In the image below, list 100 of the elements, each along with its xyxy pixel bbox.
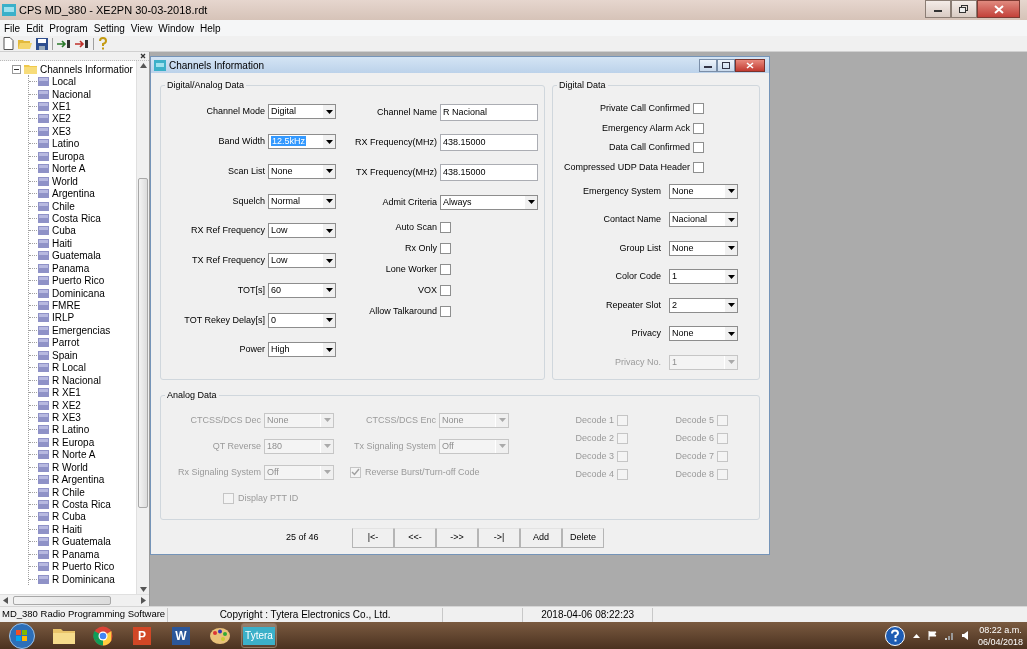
close-button[interactable] [735,58,765,72]
dropdown[interactable]: 1 [669,269,738,285]
channel-icon [38,301,49,311]
checkbox[interactable] [693,122,704,134]
field-label: Rx Only [404,243,437,254]
dropdown[interactable]: Normal [268,193,336,209]
text-field[interactable]: 438.15000 [440,133,538,151]
flag-icon[interactable] [927,631,937,640]
text-field[interactable]: 438.15000 [440,163,538,181]
close-icon [746,61,754,69]
field-label: CTCSS/DCS Dec [189,414,261,426]
dropdown[interactable]: None [268,163,336,179]
caret-icon [325,258,333,263]
nav-button[interactable]: ->> [436,528,478,548]
caret-icon [323,418,331,422]
menu-item[interactable]: File [1,20,24,36]
minimize-button[interactable] [925,0,951,18]
channel-icon [38,450,49,460]
restore-button[interactable] [951,0,977,18]
help-icon[interactable] [884,625,905,646]
field-label: Compressed UDP Data Header [563,161,690,173]
nav-button[interactable]: Delete [562,528,604,548]
group-title: Digital/Analog Data [165,80,247,91]
clock-date[interactable]: 06/04/2018 [977,635,1023,648]
tree-item[interactable]: Channels Informatior [40,61,133,77]
new-file-icon[interactable] [3,37,14,50]
menu-item[interactable]: Program [46,20,91,36]
field-label: Scan List [226,165,265,177]
read-arrow-icon[interactable] [57,38,71,49]
save-icon[interactable] [36,37,48,50]
scroll-right-icon [141,597,146,604]
menu-item[interactable]: View [127,20,156,36]
text-field[interactable]: R Nacional [440,103,538,121]
nav-button[interactable]: ->| [478,528,520,548]
field-label: Privacy [630,328,661,340]
caret-icon [325,109,333,114]
dropdown[interactable]: 60 [268,282,336,298]
channel-icon [38,102,49,112]
field-label: Repeater Slot [604,299,661,311]
checkbox[interactable] [440,306,451,317]
channel-icon [38,189,49,199]
dropdown[interactable]: None [669,240,738,256]
dropdown[interactable]: Low [268,253,336,269]
close-icon[interactable] [140,53,146,59]
checkbox[interactable] [693,161,704,173]
menu-item[interactable]: Help [196,20,224,36]
write-arrow-icon[interactable] [75,38,89,49]
start-orb-icon[interactable] [8,622,36,649]
dropdown[interactable]: 2 [669,297,738,313]
channel-icon [38,288,49,298]
nav-button[interactable]: |<- [352,528,394,548]
nav-button[interactable]: Add [520,528,562,548]
menu-item[interactable]: Window [155,20,197,36]
field-label: Reverse Burst/Turn-off Code [365,466,480,478]
restore-icon [959,5,969,13]
status-text: 2018-04-06 08:22:23 [523,607,654,622]
dropdown[interactable]: None [669,183,738,199]
checkbox[interactable] [440,243,451,254]
vertical-scrollbar[interactable] [136,61,149,594]
field-label: Auto Scan [394,222,437,233]
presentation-taskbar-button[interactable]: P [124,623,160,648]
field-label: Decode 3 [574,450,614,462]
dropdown[interactable]: Low [268,223,336,239]
checkbox[interactable] [693,103,704,115]
document-taskbar-button[interactable]: W [163,623,199,648]
checkbox[interactable] [440,264,451,275]
dropdown[interactable]: Digital [268,104,336,120]
close-icon [993,4,1004,14]
collapse-icon[interactable] [12,64,21,74]
caret-icon[interactable] [912,633,920,638]
field-label: Squelch [231,195,265,207]
field-label: Color Code [614,271,661,283]
channel-icon [38,226,49,236]
dropdown[interactable]: High [268,342,336,358]
record-counter: 25 of 46 [286,531,320,545]
clock-time[interactable]: 08:22 a.m. [977,623,1023,636]
signal-icon[interactable] [944,631,954,640]
speaker-icon[interactable] [961,631,970,640]
checkbox[interactable] [693,142,704,154]
caret-icon [727,303,735,308]
dropdown[interactable]: 0 [268,312,336,328]
menu-item[interactable]: Setting [90,20,128,36]
field-label: Channel Mode [205,106,265,118]
dropdown[interactable]: Nacional [669,212,738,228]
dropdown[interactable]: None [669,326,738,342]
maximize-button[interactable] [717,58,735,72]
channel-icon [38,412,49,422]
checkbox[interactable] [440,285,451,296]
dropdown[interactable]: Always [440,194,538,210]
checkbox[interactable] [440,222,451,233]
menu-item[interactable]: Edit [23,20,47,36]
close-button[interactable] [977,0,1020,18]
field-label: Privacy No. [614,356,661,368]
minimize-button[interactable] [699,58,717,72]
caret-icon [498,444,506,448]
nav-button[interactable]: <<- [394,528,436,548]
channel-icon [38,375,49,385]
channel-icon [38,512,49,522]
horizontal-scrollbar[interactable] [0,594,149,606]
field-label: TOT[s] [236,284,265,296]
